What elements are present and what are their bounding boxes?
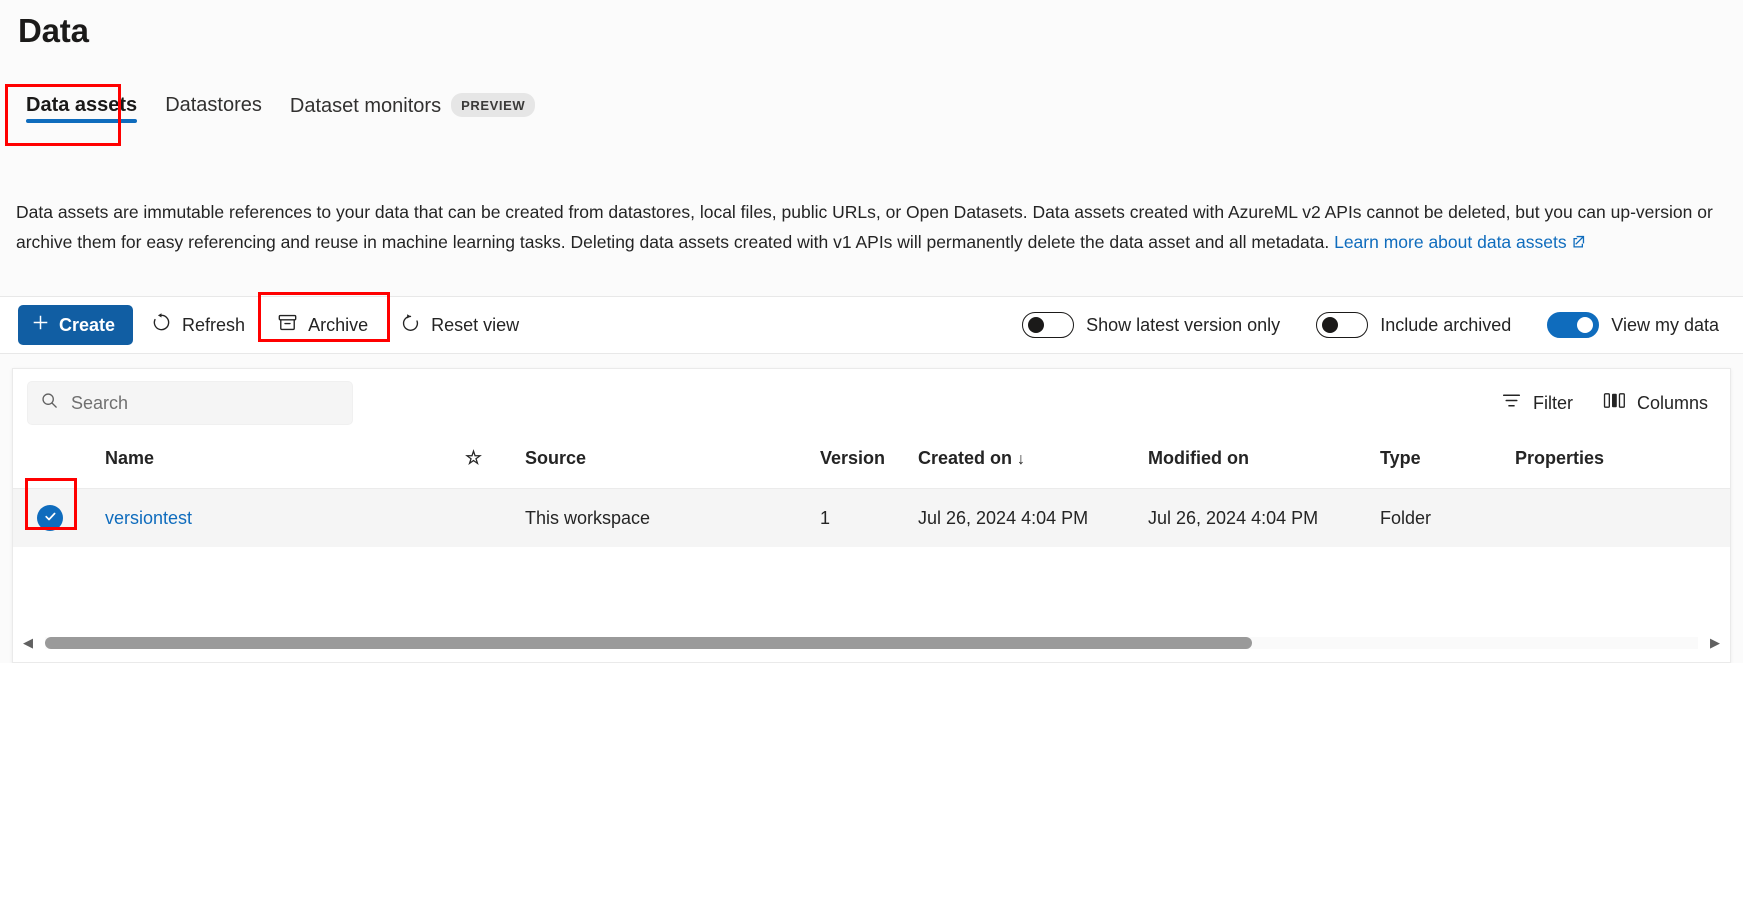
tab-bar: Data assets Datastores Dataset monitors …: [12, 88, 549, 132]
scrollbar-thumb[interactable]: [45, 637, 1252, 649]
cell-properties: [1515, 489, 1730, 548]
grid-actions: Filter Columns: [1501, 390, 1708, 416]
row-select-cell: [13, 489, 105, 548]
cell-favorite[interactable]: [465, 489, 525, 548]
preview-badge: PREVIEW: [451, 93, 535, 117]
column-header-created-on[interactable]: Created on ↓: [918, 437, 1148, 489]
cell-created-on: Jul 26, 2024 4:04 PM: [918, 489, 1148, 548]
tab-data-assets[interactable]: Data assets: [12, 88, 151, 131]
create-button[interactable]: Create: [18, 305, 133, 345]
reset-view-icon: [400, 312, 421, 338]
create-button-label: Create: [59, 315, 115, 336]
toggle-include-archived-group: Include archived: [1316, 312, 1511, 338]
archive-button-wrapper: Archive: [263, 305, 382, 345]
toggle-include-archived[interactable]: [1316, 312, 1368, 338]
toggle-view-my-data[interactable]: [1547, 312, 1599, 338]
column-header-version[interactable]: Version: [820, 437, 918, 489]
filter-button[interactable]: Filter: [1501, 390, 1573, 416]
columns-icon: [1603, 390, 1626, 416]
toggle-knob: [1577, 317, 1593, 333]
page-title: Data: [18, 12, 89, 50]
star-icon: ☆: [465, 448, 482, 469]
reset-view-button[interactable]: Reset view: [386, 305, 533, 345]
tab-dataset-monitors[interactable]: Dataset monitors PREVIEW: [276, 88, 549, 132]
column-header-modified-on[interactable]: Modified on: [1148, 437, 1380, 489]
sort-descending-icon: ↓: [1017, 451, 1025, 468]
column-header-favorite[interactable]: ☆: [465, 437, 525, 489]
archive-button[interactable]: Archive: [263, 305, 382, 345]
search-box[interactable]: [27, 381, 353, 425]
command-bar: Create Refresh: [0, 296, 1743, 354]
command-bar-left: Create Refresh: [0, 305, 533, 345]
scrollbar-track[interactable]: [45, 637, 1698, 649]
horizontal-scrollbar[interactable]: ◀ ▶: [13, 632, 1730, 654]
data-assets-page: Data Data assets Datastores Dataset moni…: [0, 0, 1743, 900]
cell-version: 1: [820, 489, 918, 548]
column-header-created-on-label: Created on: [918, 448, 1012, 468]
tab-datastores-label: Datastores: [165, 94, 262, 117]
tab-data-assets-label: Data assets: [26, 94, 137, 117]
grid-toolbar: Filter Columns: [13, 369, 1730, 437]
plus-icon: [32, 314, 49, 336]
tab-datastores[interactable]: Datastores: [151, 88, 276, 131]
archive-button-label: Archive: [308, 315, 368, 336]
table-header-row: Name ☆ Source Version Created on ↓ Modifi…: [13, 437, 1730, 489]
external-link-icon: [1571, 228, 1586, 258]
toggle-view-my-data-group: View my data: [1547, 312, 1719, 338]
cell-name: versiontest: [105, 489, 465, 548]
toggle-knob: [1322, 317, 1338, 333]
refresh-icon: [151, 312, 172, 338]
search-icon: [40, 391, 59, 415]
toggle-view-my-data-label: View my data: [1611, 315, 1719, 336]
data-asset-link-versiontest[interactable]: versiontest: [105, 508, 192, 528]
tab-active-indicator: [26, 119, 137, 123]
toggle-show-latest-version-only[interactable]: [1022, 312, 1074, 338]
row-checkbox-selected[interactable]: [37, 505, 63, 531]
checkmark-icon: [43, 508, 58, 529]
refresh-button[interactable]: Refresh: [137, 305, 259, 345]
table-row[interactable]: versiontest This workspace 1 Jul 26, 202…: [13, 489, 1730, 548]
toggle-include-archived-label: Include archived: [1380, 315, 1511, 336]
column-header-source[interactable]: Source: [525, 437, 820, 489]
cell-type: Folder: [1380, 489, 1515, 548]
toggle-show-latest-version-group: Show latest version only: [1022, 312, 1280, 338]
column-header-properties[interactable]: Properties: [1515, 437, 1730, 489]
columns-button[interactable]: Columns: [1603, 390, 1708, 416]
columns-button-label: Columns: [1637, 393, 1708, 414]
filter-icon: [1501, 390, 1522, 416]
cell-modified-on: Jul 26, 2024 4:04 PM: [1148, 489, 1380, 548]
learn-more-link[interactable]: Learn more about data assets: [1334, 232, 1567, 252]
tab-dataset-monitors-label: Dataset monitors: [290, 95, 441, 118]
table-body: versiontest This workspace 1 Jul 26, 202…: [13, 489, 1730, 548]
scroll-right-arrow-icon[interactable]: ▶: [1710, 635, 1720, 651]
filter-button-label: Filter: [1533, 393, 1573, 414]
page-background-fill: [0, 663, 1743, 900]
column-header-select: [13, 437, 105, 489]
column-header-name[interactable]: Name: [105, 437, 465, 489]
toggle-knob: [1028, 317, 1044, 333]
command-bar-right: Show latest version only Include archive…: [986, 312, 1743, 338]
toggle-show-latest-version-only-label: Show latest version only: [1086, 315, 1280, 336]
data-assets-card: Filter Columns: [12, 368, 1731, 663]
page-description: Data assets are immutable references to …: [16, 197, 1731, 258]
archive-icon: [277, 312, 298, 338]
column-header-type[interactable]: Type: [1380, 437, 1515, 489]
table-header: Name ☆ Source Version Created on ↓ Modifi…: [13, 437, 1730, 489]
cell-source: This workspace: [525, 489, 820, 548]
data-assets-table: Name ☆ Source Version Created on ↓ Modifi…: [13, 437, 1730, 547]
refresh-button-label: Refresh: [182, 315, 245, 336]
scroll-left-arrow-icon[interactable]: ◀: [23, 635, 33, 651]
search-input[interactable]: [71, 393, 340, 414]
reset-view-button-label: Reset view: [431, 315, 519, 336]
